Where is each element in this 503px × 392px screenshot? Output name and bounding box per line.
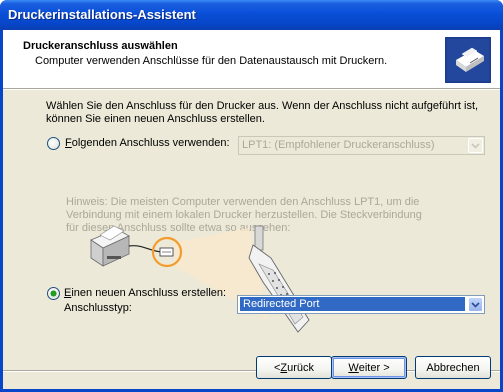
printer-icon [90,225,130,267]
wizard-window: Druckerinstallations-Assistent Druckeran… [0,0,503,392]
cancel-button[interactable]: Abbrechen [415,356,491,379]
back-button[interactable]: < Zurück [256,356,332,379]
next-button[interactable]: Weiter > [331,356,407,379]
port-type-value: Redirected Port [240,297,465,311]
create-new-port-radio[interactable] [47,287,60,300]
create-new-port-label[interactable]: Einen neuen Anschluss erstellen: [64,287,226,299]
port-type-label: Anschlusstyp: [64,302,132,314]
port-type-select[interactable]: Redirected Port [237,295,485,314]
chevron-down-icon [468,297,483,312]
port-illustration [90,225,310,333]
title-bar[interactable]: Druckerinstallations-Assistent [0,0,503,30]
window-title: Druckerinstallations-Assistent [8,7,196,22]
wizard-body: Druckeranschluss auswählen Computer verw… [3,30,500,389]
